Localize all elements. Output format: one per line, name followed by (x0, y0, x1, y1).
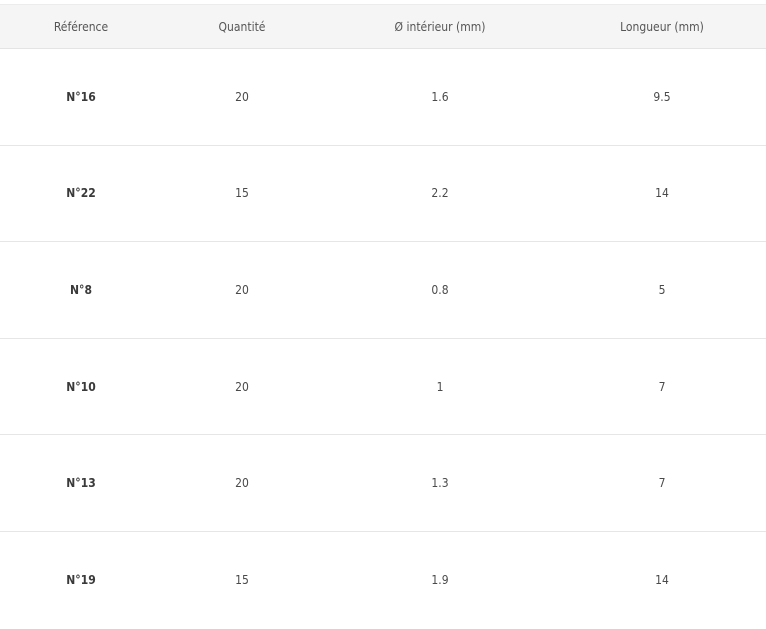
cell-inner-diameter: 1.3 (431, 476, 449, 491)
table-row: N°16 20 1.6 9.5 (0, 49, 766, 146)
table-row: N°22 15 2.2 14 (0, 146, 766, 243)
cell-length: 14 (655, 573, 669, 588)
cell-reference: N°8 (70, 282, 92, 297)
cell-length: 9.5 (653, 89, 671, 104)
cell-inner-diameter: 1 (436, 379, 444, 394)
product-table: Référence Quantité Ø intérieur (mm) Long… (0, 4, 766, 629)
cell-reference: N°22 (66, 186, 96, 201)
table-row: N°10 20 1 7 (0, 339, 766, 436)
table-row: N°13 20 1.3 7 (0, 435, 766, 532)
table-row: N°8 20 0.8 5 (0, 242, 766, 339)
cell-inner-diameter: 1.9 (431, 573, 449, 588)
header-reference: Référence (53, 19, 109, 34)
cell-length: 5 (658, 282, 666, 297)
table-row: N°19 15 1.9 14 (0, 532, 766, 629)
cell-reference: N°19 (66, 573, 96, 588)
cell-reference: N°13 (66, 476, 96, 491)
cell-quantity: 15 (235, 186, 249, 201)
cell-inner-diameter: 0.8 (431, 282, 449, 297)
table-header: Référence Quantité Ø intérieur (mm) Long… (0, 4, 766, 49)
cell-inner-diameter: 2.2 (431, 186, 449, 201)
cell-inner-diameter: 1.6 (431, 89, 449, 104)
cell-length: 7 (658, 476, 666, 491)
cell-quantity: 20 (235, 89, 249, 104)
cell-reference: N°10 (66, 379, 96, 394)
cell-quantity: 20 (235, 379, 249, 394)
cell-quantity: 15 (235, 573, 249, 588)
cell-quantity: 20 (235, 476, 249, 491)
cell-length: 14 (655, 186, 669, 201)
cell-length: 7 (658, 379, 666, 394)
cell-quantity: 20 (235, 282, 249, 297)
cell-reference: N°16 (66, 89, 96, 104)
header-inner-diameter: Ø intérieur (mm) (394, 19, 486, 34)
header-quantity: Quantité (218, 19, 266, 34)
header-length: Longueur (mm) (620, 19, 704, 34)
